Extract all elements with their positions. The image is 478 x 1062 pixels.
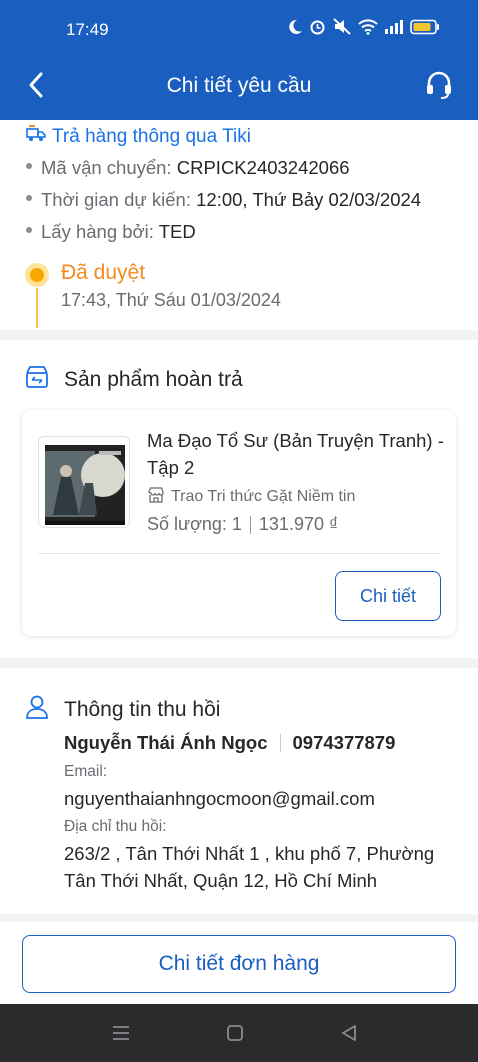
recovery-info-section: Thông tin thu hồi Nguyễn Thái Ánh Ngọc 09… [0,668,478,914]
product-card[interactable]: Ma Đạo Tổ Sư (Bản Truyện Tranh) - Tập 2 … [22,410,456,636]
quantity: Số lượng: 1 [147,514,242,534]
support-button[interactable] [422,68,456,102]
footer-section: Chi tiết đơn hàng [0,922,478,1004]
app-header: 17:49 Chi tiết yêu cầu [0,0,478,120]
system-navigation-bar [0,1004,478,1062]
return-products-section: Sản phẩm hoàn trả Ma Đạo Tổ Sư (Bản Truy… [0,340,478,658]
timeline-dot-icon [25,263,49,287]
section-heading: Sản phẩm hoàn trả [24,364,243,396]
person-icon [24,694,50,726]
store-icon [147,486,165,508]
order-detail-button[interactable]: Chi tiết đơn hàng [22,935,456,993]
shop-row: Trao Tri thức Gặt Niềm tin [147,486,355,508]
shipping-code-row: Mã vận chuyển: CRPICK2403242066 [26,157,350,179]
delivery-truck-icon [26,125,46,149]
shop-name[interactable]: Trao Tri thức Gặt Niềm tin [171,488,355,506]
shipping-code-label: Mã vận chuyển: [41,157,177,178]
product-name: Ma Đạo Tổ Sư (Bản Truyện Tranh) - Tập 2 [147,430,444,478]
divider [38,553,440,554]
status-icons [287,18,440,40]
status-time: 17:49 [66,20,109,39]
expected-time-value: 12:00, Thứ Bảy 02/03/2024 [196,189,422,210]
return-box-icon [24,364,50,396]
expected-time-row: Thời gian dự kiến: 12:00, Thứ Bảy 02/03/… [26,189,421,211]
picker-value: TED [158,221,196,242]
section-heading: Thông tin thu hồi [24,694,220,726]
system-status-bar: 17:49 [0,0,478,60]
page-title: Chi tiết yêu cầu [166,74,312,97]
mute-icon [332,18,352,40]
email-label: Email: [64,763,108,780]
picker-label: Lấy hàng bởi: [41,221,159,242]
recipient-name: Nguyễn Thái Ánh Ngọc [64,732,268,753]
nav-bar: Chi tiết yêu cầu [0,60,478,112]
email-value: nguyenthaianhngocmoon@gmail.com [64,788,375,809]
recovery-heading: Thông tin thu hồi [64,698,221,721]
back-triangle-icon[interactable] [338,1022,360,1044]
products-heading: Sản phẩm hoàn trả [64,368,243,391]
menu-icon[interactable] [110,1022,132,1044]
shipping-method-label: Trả hàng thông qua Tiki [52,126,251,147]
battery-icon [410,19,440,40]
alarm-icon [309,18,326,40]
expected-time-label: Thời gian dự kiến: [41,189,197,210]
timeline-line [36,288,38,328]
shipping-code-value: CRPICK2403242066 [176,157,350,178]
wifi-icon [358,18,378,40]
price: 131.970 ₫ [258,514,339,534]
home-icon[interactable] [224,1022,246,1044]
address-value: 263/2 , Tân Thới Nhất 1 , khu phố 7, Phư… [64,843,435,891]
status-time: 17:43, Thứ Sáu 01/03/2024 [61,290,281,310]
recipient-phone: 0974377879 [292,732,396,753]
address-label: Địa chỉ thu hồi: [64,818,167,835]
headset-icon [427,71,451,99]
product-image [38,436,130,528]
recipient-row: Nguyễn Thái Ánh Ngọc 0974377879 [64,732,395,754]
quantity-price-row: Số lượng: 1 131.970 ₫ [147,514,338,535]
shipping-section: Trả hàng thông qua Tiki Mã vận chuyển: C… [0,120,478,330]
moon-icon [287,19,303,40]
signal-icon [384,19,404,39]
picker-row: Lấy hàng bởi: TED [26,221,196,243]
status-label: Đã duyệt [61,261,146,284]
product-detail-button[interactable]: Chi tiết [335,571,441,621]
shipping-method: Trả hàng thông qua Tiki [26,125,251,149]
